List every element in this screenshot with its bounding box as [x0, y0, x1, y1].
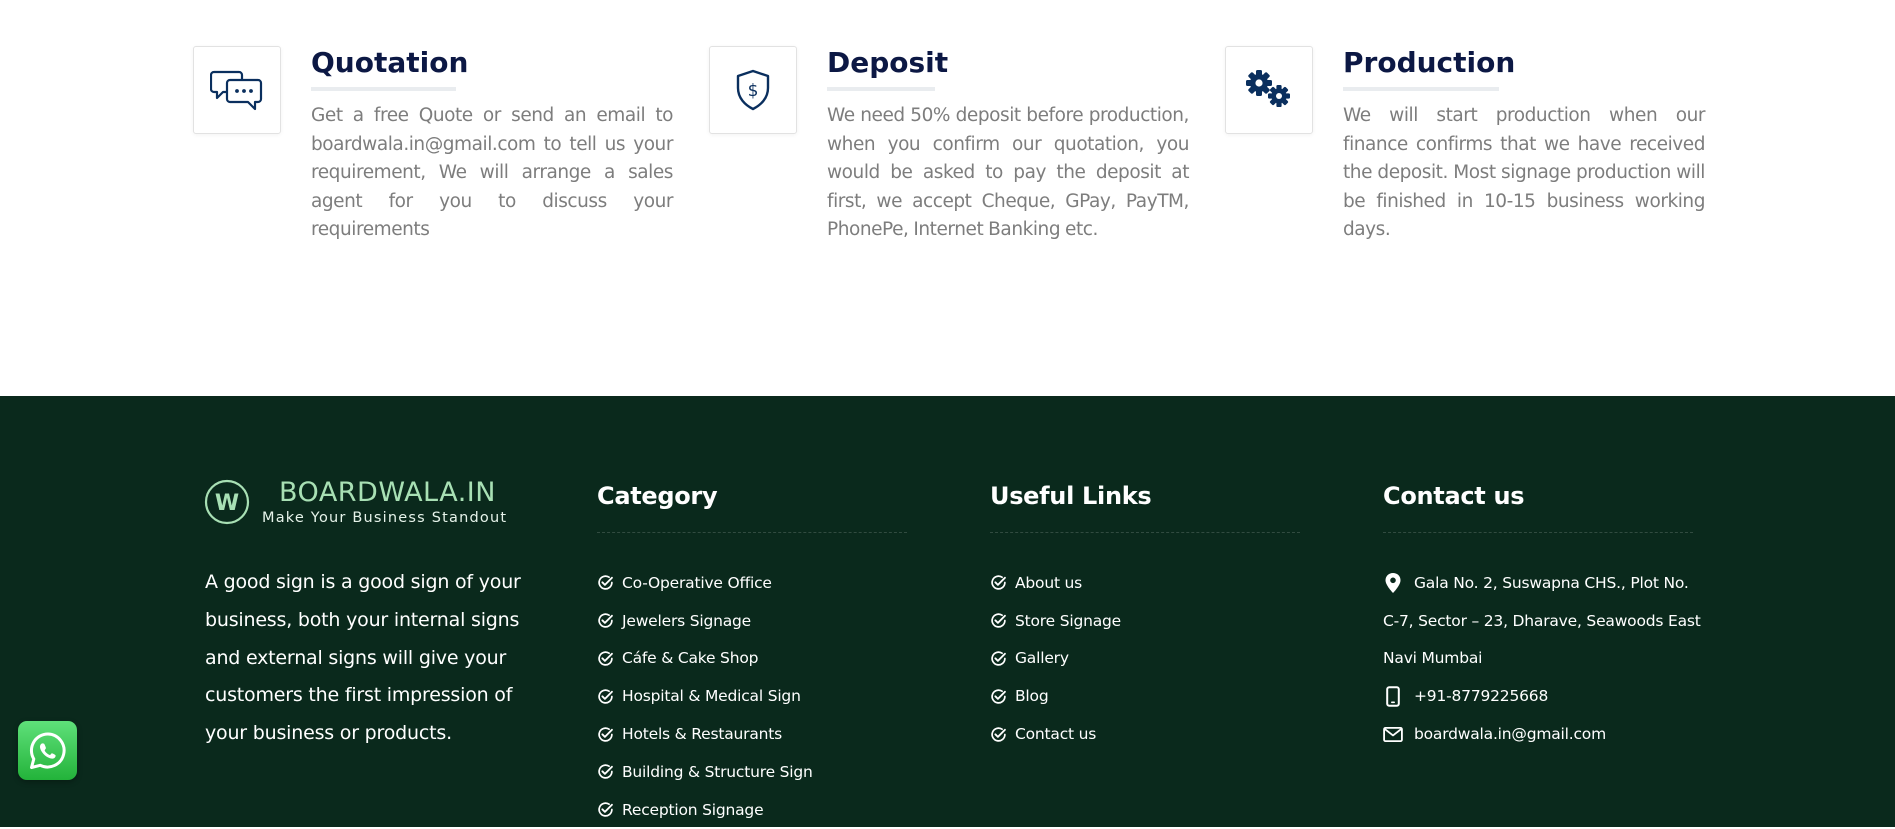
- check-circle-icon: [598, 726, 613, 742]
- email-address[interactable]: boardwala.in@gmail.com: [1414, 725, 1606, 743]
- title-underline: [827, 87, 935, 91]
- link-blog[interactable]: Blog: [1015, 687, 1049, 705]
- shield-dollar-icon: $: [736, 69, 770, 111]
- step-title: Production: [1343, 46, 1516, 79]
- category-heading: Category: [597, 482, 718, 510]
- useful-link-item[interactable]: Blog: [990, 677, 1310, 715]
- useful-links-list: About us Store Signage Gallery Blog Cont…: [990, 564, 1310, 753]
- useful-links-heading: Useful Links: [990, 482, 1152, 510]
- step-description: We will start production when our financ…: [1343, 105, 1705, 240]
- check-circle-icon: [598, 802, 613, 817]
- heading-divider: [597, 532, 907, 533]
- link-store-signage[interactable]: Store Signage: [1015, 612, 1121, 630]
- link-about-us[interactable]: About us: [1015, 574, 1082, 592]
- useful-link-item[interactable]: Contact us: [990, 715, 1310, 753]
- category-link[interactable]: Jewelers Signage: [622, 612, 751, 630]
- check-circle-icon: [991, 651, 1006, 666]
- check-circle-icon: [991, 575, 1006, 591]
- step-title: Deposit: [827, 46, 949, 79]
- map-pin-icon: [1383, 572, 1403, 594]
- whatsapp-icon: [29, 731, 66, 769]
- footer-contact-column: Contact us Gala No. 2, Suswapna CHS., Pl…: [1383, 482, 1701, 743]
- address-line: Gala No. 2, Suswapna CHS., Plot No.: [1383, 564, 1703, 602]
- check-circle-icon: [991, 689, 1006, 704]
- category-link[interactable]: Reception Signage: [622, 801, 764, 819]
- chat-bubbles-icon: [210, 70, 263, 111]
- title-underline: [1343, 87, 1499, 91]
- category-item[interactable]: Building & Structure Sign: [597, 753, 917, 791]
- category-item[interactable]: Hospital & Medical Sign: [597, 677, 917, 715]
- category-list: Co-Operative Office Jewelers Signage Cáf…: [597, 564, 917, 829]
- brand-name: BOARDWALA.IN: [279, 477, 496, 508]
- category-link[interactable]: Hospital & Medical Sign: [622, 687, 801, 705]
- link-contact-us[interactable]: Contact us: [1015, 725, 1096, 743]
- check-circle-icon: [991, 613, 1006, 628]
- phone-line[interactable]: +91-8779225668: [1383, 677, 1703, 715]
- step-description: Get a free Quote or send an email to boa…: [311, 105, 673, 240]
- contact-heading: Contact us: [1383, 482, 1525, 510]
- category-item[interactable]: Co-Operative Office: [597, 564, 917, 602]
- footer-category-column: Category Co-Operative Office Jewelers Si…: [597, 482, 907, 819]
- logo-mark-icon: W: [204, 479, 250, 525]
- process-steps-section: Quotation Get a free Quote or send an em…: [0, 0, 1895, 396]
- footer-about-text: A good sign is a good sign of your busin…: [205, 571, 521, 745]
- envelope-icon: [1383, 723, 1403, 745]
- category-link[interactable]: Co-Operative Office: [622, 574, 772, 592]
- step-icon-box: [1225, 46, 1313, 134]
- address-text: Gala No. 2, Suswapna CHS., Plot No.: [1414, 573, 1689, 592]
- useful-link-item[interactable]: Store Signage: [990, 602, 1310, 640]
- gears-icon: [1246, 70, 1290, 107]
- step-description: We need 50% deposit before production, w…: [827, 105, 1189, 240]
- svg-text:$: $: [748, 81, 759, 101]
- title-underline: [311, 87, 456, 91]
- category-link[interactable]: Cáfe & Cake Shop: [622, 649, 758, 667]
- site-footer: W BOARDWALA.IN Make Your Business Stando…: [0, 396, 1895, 827]
- category-link[interactable]: Hotels & Restaurants: [622, 725, 782, 743]
- email-line[interactable]: boardwala.in@gmail.com: [1383, 715, 1703, 753]
- step-icon-box: $: [709, 46, 797, 134]
- check-circle-icon: [598, 764, 613, 780]
- footer-brand[interactable]: W BOARDWALA.IN Make Your Business Stando…: [203, 477, 523, 528]
- category-item[interactable]: Jewelers Signage: [597, 602, 917, 640]
- useful-link-item[interactable]: About us: [990, 564, 1310, 602]
- category-item[interactable]: Cáfe & Cake Shop: [597, 640, 917, 678]
- mobile-phone-icon: [1383, 685, 1403, 707]
- contact-details: Gala No. 2, Suswapna CHS., Plot No. C-7,…: [1383, 564, 1703, 753]
- category-link[interactable]: Building & Structure Sign: [622, 763, 813, 781]
- address-text: Navi Mumbai: [1383, 649, 1483, 668]
- brand-tagline: Make Your Business Standout: [262, 510, 508, 526]
- svg-text:W: W: [215, 491, 239, 516]
- heading-divider: [990, 532, 1300, 533]
- address-line: Navi Mumbai: [1383, 640, 1703, 678]
- category-item[interactable]: Hotels & Restaurants: [597, 715, 917, 753]
- check-circle-icon: [598, 651, 613, 666]
- check-circle-icon: [991, 726, 1006, 742]
- step-icon-box: [193, 46, 281, 134]
- useful-link-item[interactable]: Gallery: [990, 640, 1310, 678]
- link-gallery[interactable]: Gallery: [1015, 649, 1069, 667]
- whatsapp-chat-button[interactable]: [18, 721, 77, 780]
- address-text: C-7, Sector – 23, Dharave, Seawoods East: [1383, 611, 1701, 630]
- address-line: C-7, Sector – 23, Dharave, Seawoods East: [1383, 602, 1703, 640]
- footer-useful-links-column: Useful Links About us Store Signage Gall…: [990, 482, 1300, 743]
- check-circle-icon: [598, 689, 613, 704]
- phone-number[interactable]: +91-8779225668: [1414, 687, 1548, 705]
- check-circle-icon: [598, 575, 613, 591]
- check-circle-icon: [598, 613, 613, 628]
- step-title: Quotation: [311, 46, 469, 79]
- heading-divider: [1383, 532, 1693, 533]
- category-item[interactable]: Reception Signage: [597, 791, 917, 829]
